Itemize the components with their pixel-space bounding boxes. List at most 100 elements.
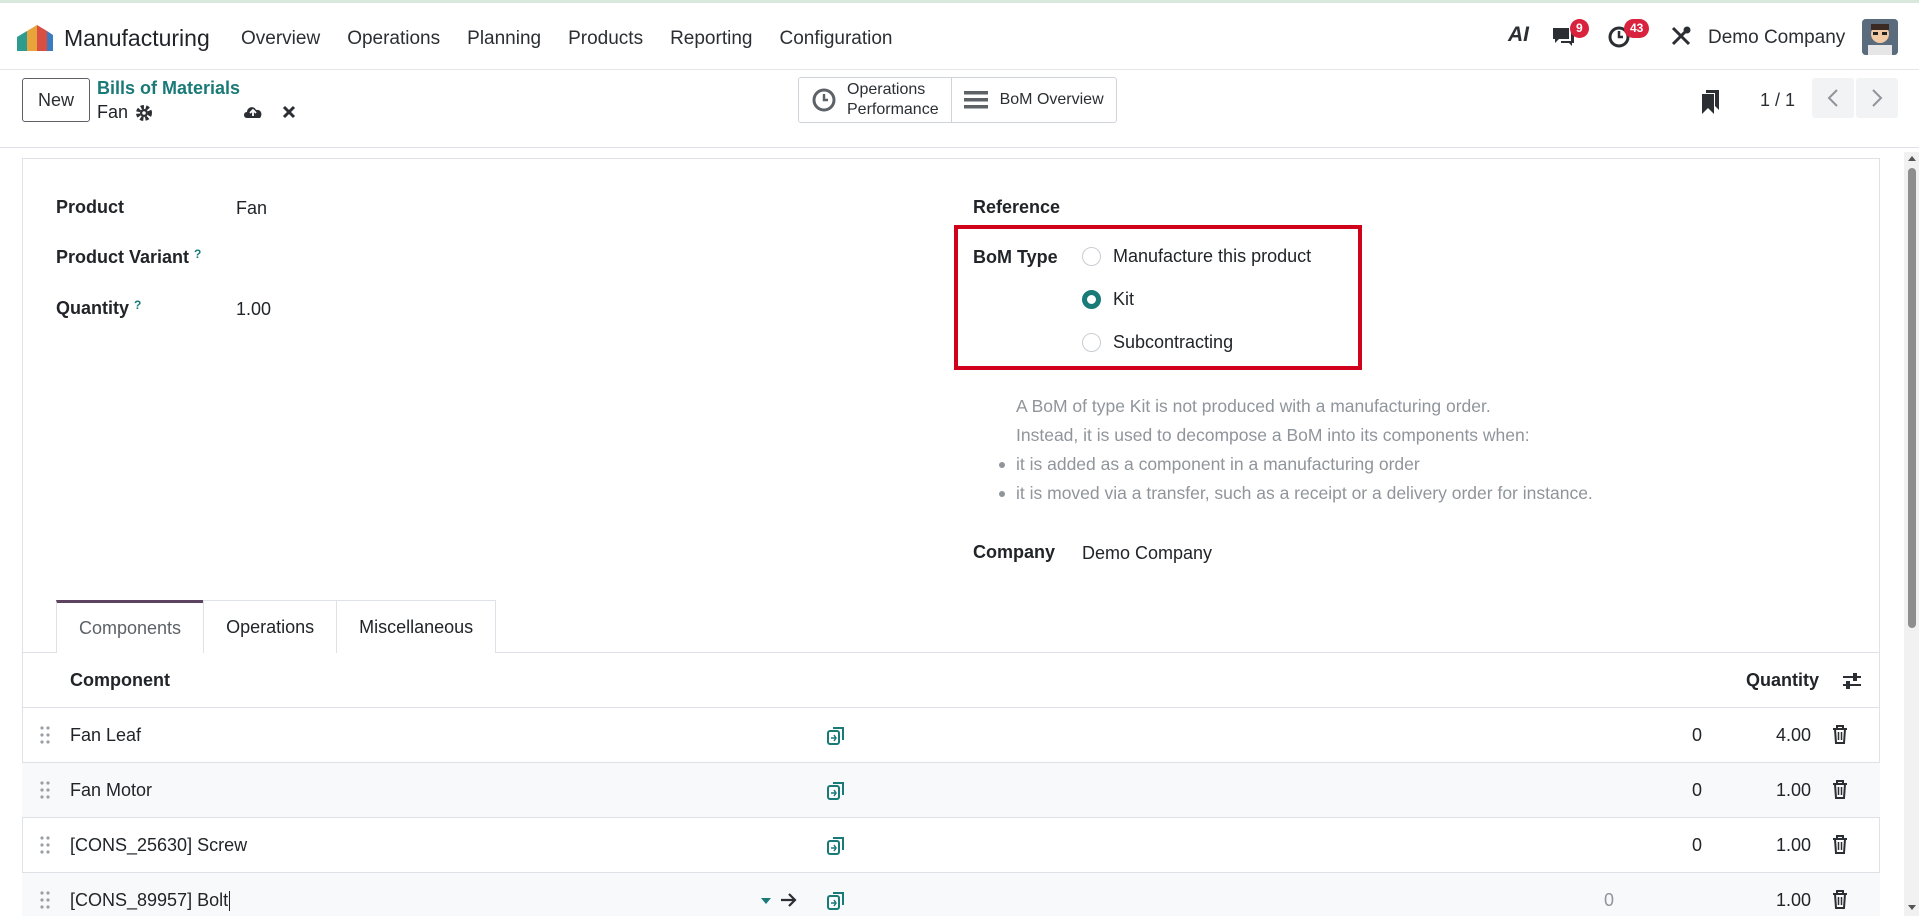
table-row[interactable]: Fan Motor 0 1.00 (22, 763, 1880, 818)
debug-tools-icon[interactable] (1670, 25, 1692, 47)
product-field[interactable]: Fan (236, 198, 267, 219)
stat-operations-line1: Operations (847, 81, 926, 98)
messages-badge: 9 (1570, 19, 1589, 38)
row-value: 0 (1691, 835, 1702, 855)
tab-operations[interactable]: Operations (203, 600, 338, 653)
column-component[interactable]: Component (70, 670, 170, 691)
ai-icon[interactable]: AI (1508, 23, 1529, 47)
tab-components[interactable]: Components (56, 600, 205, 653)
operations-performance-button[interactable]: Operations Performance (799, 78, 952, 122)
control-panel: New Bills of Materials Fan Operations Pe… (0, 70, 1919, 148)
drag-handle-icon[interactable] (40, 891, 50, 909)
new-button[interactable]: New (22, 78, 90, 122)
menu-operations[interactable]: Operations (347, 28, 440, 50)
quantity-label: Quantity? (56, 298, 142, 318)
bom-type-option-manufacture[interactable]: Manufacture this product (1082, 246, 1311, 267)
menu-products[interactable]: Products (568, 28, 643, 50)
company-field[interactable]: Demo Company (1082, 543, 1212, 564)
scroll-up-icon[interactable] (1907, 154, 1917, 162)
pager-previous-button[interactable] (1812, 78, 1854, 118)
drag-handle-icon[interactable] (40, 781, 50, 799)
table-row[interactable]: [CONS_25630] Screw 0 1.00 (22, 818, 1880, 873)
row-quantity[interactable]: 1.00 (1751, 890, 1811, 911)
app-name[interactable]: Manufacturing (64, 25, 210, 52)
activities-badge: 43 (1624, 19, 1650, 38)
caret-down-icon[interactable] (760, 897, 772, 905)
component-name[interactable]: [CONS_25630] Screw (70, 835, 247, 856)
product-info-icon[interactable] (826, 726, 846, 746)
quantity-field[interactable]: 1.00 (236, 299, 271, 320)
table-row-editing[interactable]: [CONS_89957] Bolt 0 1.00 (22, 873, 1880, 916)
menu-overview[interactable]: Overview (241, 28, 320, 50)
row-value: 0 (1691, 780, 1702, 800)
trash-icon[interactable] (1832, 725, 1848, 744)
main-menu: Overview Operations Planning Products Re… (241, 28, 920, 50)
product-variant-label: Product Variant? (56, 247, 202, 267)
radio-kit-selected[interactable] (1082, 290, 1101, 309)
notebook-tabs: Components Operations Miscellaneous (56, 600, 497, 653)
bookmark-icon[interactable] (1701, 90, 1721, 114)
menu-configuration[interactable]: Configuration (779, 28, 892, 50)
help-tooltip-icon[interactable]: ? (194, 247, 201, 261)
menu-reporting[interactable]: Reporting (670, 28, 752, 50)
component-name[interactable]: Fan Leaf (70, 725, 141, 746)
scroll-down-icon[interactable] (1907, 904, 1917, 912)
product-variant-field[interactable] (236, 247, 836, 271)
trash-icon[interactable] (1832, 835, 1848, 854)
reference-label: Reference (973, 197, 1061, 217)
chevron-right-icon (1872, 89, 1883, 107)
product-info-icon[interactable] (826, 836, 846, 856)
help-tooltip-icon[interactable]: ? (134, 298, 141, 312)
bom-overview-button[interactable]: BoM Overview (952, 78, 1116, 122)
gear-icon[interactable] (135, 104, 153, 122)
chevron-left-icon (1827, 89, 1838, 107)
pager-next-button[interactable] (1856, 78, 1898, 118)
page-scrollbar[interactable] (1904, 152, 1919, 916)
tab-miscellaneous[interactable]: Miscellaneous (336, 600, 497, 653)
pager-value[interactable]: 1 / 1 (1760, 90, 1795, 111)
column-quantity[interactable]: Quantity (1746, 670, 1819, 691)
record-name: Fan (97, 102, 129, 122)
arrow-right-icon[interactable] (780, 892, 798, 908)
list-bars-icon (963, 91, 988, 109)
row-value-input[interactable]: 0 (1554, 890, 1614, 911)
stat-bom-overview-label: BoM Overview (999, 91, 1104, 108)
drag-handle-icon[interactable] (40, 726, 50, 744)
user-avatar[interactable] (1862, 19, 1898, 55)
top-navbar: Manufacturing Overview Operations Planni… (0, 0, 1919, 70)
row-value: 0 (1691, 725, 1702, 745)
table-row[interactable]: Fan Leaf 0 4.00 (22, 708, 1880, 763)
bom-type-option-kit[interactable]: Kit (1082, 289, 1134, 310)
radio-manufacture[interactable] (1082, 247, 1101, 266)
optional-columns-icon[interactable] (1842, 672, 1862, 690)
bom-type-option-subcontracting[interactable]: Subcontracting (1082, 332, 1233, 353)
row-quantity[interactable]: 1.00 (1751, 780, 1811, 801)
component-name[interactable]: Fan Motor (70, 780, 152, 801)
menu-planning[interactable]: Planning (467, 28, 541, 50)
save-cloud-icon[interactable] (242, 102, 264, 120)
trash-icon[interactable] (1832, 890, 1848, 909)
row-quantity[interactable]: 1.00 (1751, 835, 1811, 856)
scrollbar-thumb[interactable] (1908, 168, 1916, 628)
components-table-header: Component Quantity (22, 653, 1880, 708)
clock-icon (812, 88, 836, 112)
manufacturing-app-icon[interactable] (17, 23, 53, 51)
radio-subcontracting[interactable] (1082, 333, 1101, 352)
drag-handle-icon[interactable] (40, 836, 50, 854)
product-info-icon[interactable] (826, 891, 846, 911)
product-info-icon[interactable] (826, 781, 846, 801)
company-switcher[interactable]: Demo Company (1708, 27, 1845, 49)
kit-help-text: A BoM of type Kit is not produced with a… (999, 392, 1593, 508)
component-input[interactable]: [CONS_89957] Bolt (70, 890, 231, 912)
company-label: Company (973, 542, 1056, 562)
bom-type-label: BoM Type (973, 247, 1058, 267)
trash-icon[interactable] (1832, 780, 1848, 799)
stat-operations-line2: Performance (847, 101, 939, 118)
breadcrumb-bills-of-materials[interactable]: Bills of Materials (97, 78, 240, 99)
help-bullet: it is moved via a transfer, such as a re… (999, 479, 1593, 508)
help-bullet: it is added as a component in a manufact… (999, 450, 1593, 479)
product-label: Product (56, 197, 125, 217)
row-quantity[interactable]: 4.00 (1751, 725, 1811, 746)
smart-buttons: Operations Performance BoM Overview (798, 77, 1117, 123)
discard-close-icon[interactable] (282, 105, 296, 119)
